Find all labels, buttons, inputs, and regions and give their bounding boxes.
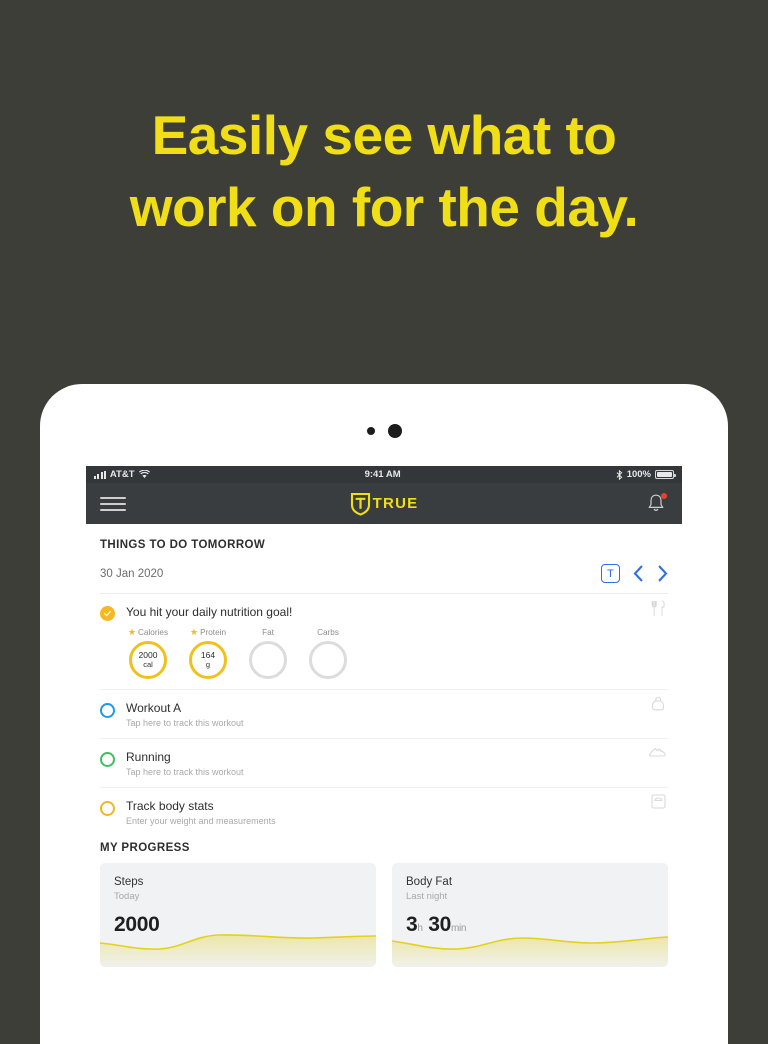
card-title: Body Fat bbox=[406, 876, 453, 888]
ring-unit: g bbox=[205, 659, 211, 669]
task-checkbox[interactable] bbox=[100, 752, 115, 767]
page-title: Easily see what to work on for the day. bbox=[0, 100, 768, 243]
task-row-nutrition[interactable]: You hit your daily nutrition goal! ★ Cal… bbox=[100, 594, 668, 679]
card-subtitle: Today bbox=[114, 891, 140, 902]
nutrition-task-title: You hit your daily nutrition goal! bbox=[126, 605, 293, 619]
screen-content: THINGS TO DO TOMORROW 30 Jan 2020 T You … bbox=[86, 524, 682, 967]
sensor-dot-icon bbox=[366, 427, 375, 435]
weight-scale-icon bbox=[651, 794, 666, 809]
todo-section-title: THINGS TO DO TOMORROW bbox=[100, 539, 266, 551]
task-subtitle: Tap here to track this workout bbox=[126, 767, 244, 777]
brand-label: TRUE bbox=[372, 495, 419, 512]
nutrition-ring-protein[interactable]: ★ Protein 164 g bbox=[186, 628, 230, 679]
headline-line-2: work on for the day. bbox=[129, 175, 639, 238]
notification-bell-icon[interactable] bbox=[646, 492, 668, 516]
task-title: Workout A bbox=[126, 701, 182, 715]
chevron-left-icon[interactable] bbox=[633, 565, 644, 582]
battery-full-icon bbox=[655, 470, 676, 479]
ring-label: Carbs bbox=[317, 628, 339, 637]
carrier-label: AT&T bbox=[109, 469, 135, 480]
wifi-icon bbox=[138, 470, 150, 478]
nutrition-ring-fat[interactable]: Fat bbox=[246, 628, 290, 679]
device-screen: AT&T 9:41 AM 100% TRUE THINGS TO DO TOMO… bbox=[86, 466, 682, 1044]
star-icon: ★ bbox=[189, 627, 199, 637]
ring-unit: cal bbox=[143, 659, 153, 669]
card-unit-minutes: min bbox=[450, 923, 467, 934]
task-row-body-stats[interactable]: Track body stats Enter your weight and m… bbox=[100, 788, 668, 826]
fork-knife-icon bbox=[651, 600, 665, 616]
tablet-device-frame: AT&T 9:41 AM 100% TRUE THINGS TO DO TOMO… bbox=[40, 384, 728, 1044]
chevron-right-icon[interactable] bbox=[657, 565, 668, 582]
task-subtitle: Tap here to track this workout bbox=[126, 718, 244, 728]
task-row-workout-a[interactable]: Workout A Tap here to track this workout bbox=[100, 690, 668, 728]
task-checkbox[interactable] bbox=[100, 801, 115, 816]
today-button[interactable]: T bbox=[601, 564, 620, 583]
device-sensor-row bbox=[40, 424, 728, 438]
card-unit-hours: h bbox=[417, 923, 423, 934]
task-row-running[interactable]: Running Tap here to track this workout bbox=[100, 739, 668, 777]
card-value-minutes: 30 bbox=[428, 913, 451, 936]
date-navigation-row: 30 Jan 2020 T bbox=[100, 551, 668, 594]
progress-card-body-fat[interactable]: Body Fat Last night 3h 30min bbox=[392, 863, 668, 967]
bluetooth-icon bbox=[616, 469, 623, 480]
ring-graphic: 164 g bbox=[189, 641, 227, 679]
true-shield-logo-icon bbox=[350, 492, 370, 516]
camera-dot-icon bbox=[387, 424, 402, 438]
headline-line-1: Easily see what to bbox=[151, 104, 617, 166]
current-date-label: 30 Jan 2020 bbox=[100, 567, 164, 580]
signal-bars-icon bbox=[94, 470, 106, 479]
nutrition-ring-calories[interactable]: ★ Calories 2000 cal bbox=[126, 628, 170, 679]
progress-card-steps[interactable]: Steps Today 2000 bbox=[100, 863, 376, 967]
card-value: 2000 bbox=[114, 913, 160, 936]
nutrition-rings: ★ Calories 2000 cal ★ Protein 164 g Fat … bbox=[126, 628, 668, 679]
ring-graphic: 2000 cal bbox=[129, 641, 167, 679]
ring-graphic bbox=[309, 641, 347, 679]
star-icon: ★ bbox=[127, 627, 137, 637]
progress-cards: Steps Today 2000 Body Fat Last night 3h … bbox=[100, 863, 668, 967]
check-circle-filled-icon bbox=[100, 606, 115, 621]
ring-label: Calories bbox=[138, 628, 169, 637]
ring-label: Fat bbox=[262, 628, 274, 637]
card-title: Steps bbox=[114, 876, 144, 888]
card-subtitle: Last night bbox=[406, 891, 448, 902]
progress-section-title: MY PROGRESS bbox=[100, 842, 190, 854]
ring-graphic bbox=[249, 641, 287, 679]
task-title: Running bbox=[126, 750, 171, 764]
ring-label: Protein bbox=[200, 628, 227, 637]
notification-badge bbox=[661, 492, 667, 499]
kettlebell-icon bbox=[651, 696, 665, 711]
app-brand: TRUE bbox=[86, 492, 682, 516]
status-bar: AT&T 9:41 AM 100% bbox=[86, 466, 682, 483]
hamburger-menu-icon[interactable] bbox=[100, 496, 126, 511]
battery-percent-label: 100% bbox=[626, 469, 651, 480]
running-shoe-icon bbox=[648, 747, 666, 757]
status-time: 9:41 AM bbox=[364, 469, 401, 480]
task-checkbox[interactable] bbox=[100, 703, 115, 718]
nutrition-ring-carbs[interactable]: Carbs bbox=[306, 628, 350, 679]
task-title: Track body stats bbox=[126, 799, 214, 813]
card-value-hours: 3 bbox=[406, 913, 418, 936]
app-navbar: TRUE bbox=[86, 483, 682, 524]
task-subtitle: Enter your weight and measurements bbox=[126, 816, 276, 826]
